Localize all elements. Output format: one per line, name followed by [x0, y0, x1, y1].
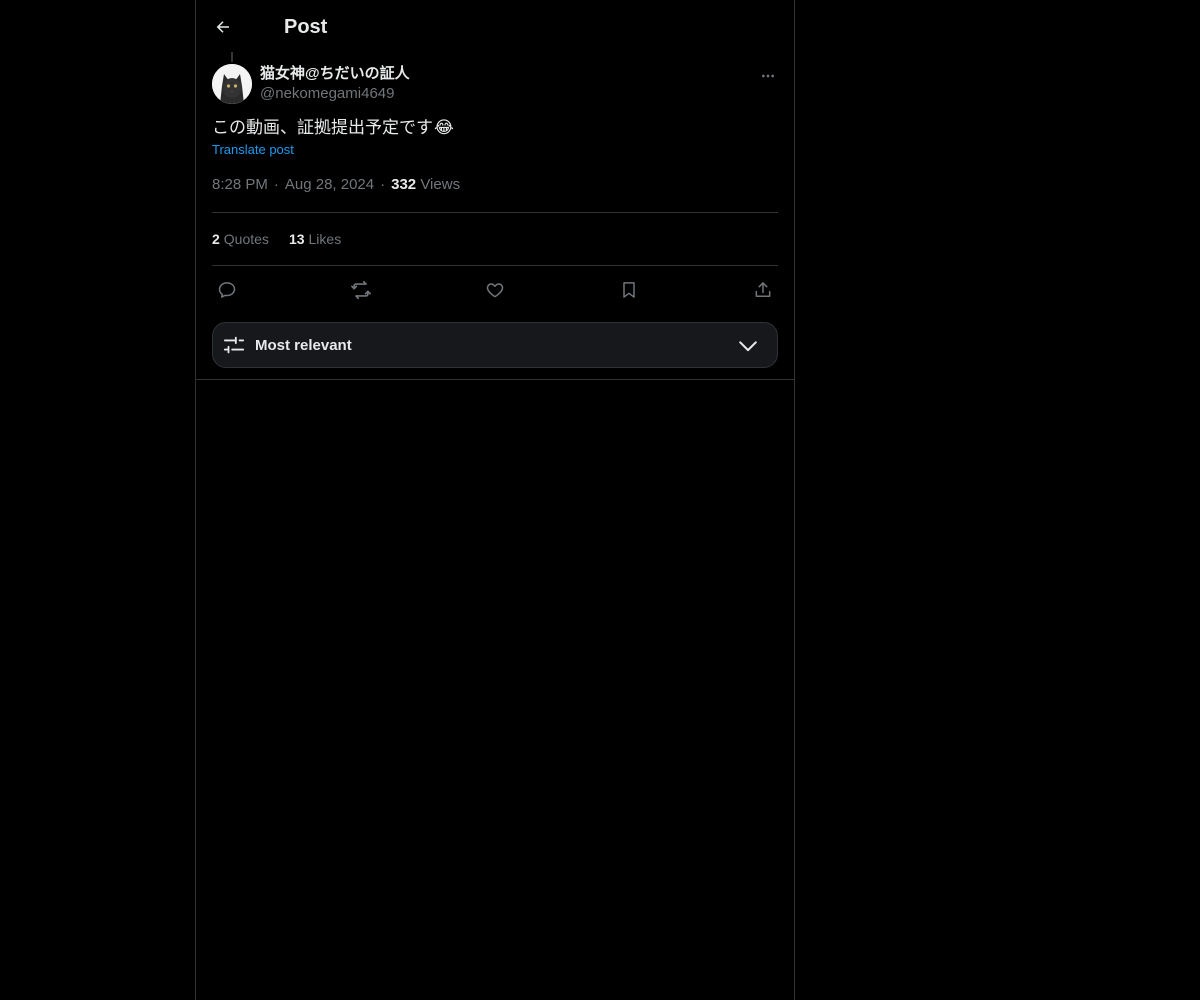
engagement-stats: 2 Quotes 13 Likes [212, 213, 778, 265]
reply-button[interactable] [216, 279, 238, 301]
quotes-count: 2 [212, 231, 220, 247]
post-text: この動画、証拠提出予定です 😂 [212, 116, 778, 140]
separator-dot: · [380, 176, 386, 193]
reply-icon [218, 282, 236, 298]
quotes-stat[interactable]: 2 Quotes [212, 231, 269, 247]
likes-stat[interactable]: 13 Likes [289, 231, 341, 247]
bookmark-icon [623, 282, 635, 298]
page-header: Post [196, 0, 794, 54]
back-arrow-icon [216, 21, 229, 33]
filter-icon [223, 336, 245, 354]
views-count: 332 [391, 176, 417, 193]
share-icon [755, 282, 771, 297]
sort-label: Most relevant [255, 336, 352, 354]
more-options-button[interactable] [758, 66, 778, 86]
back-button[interactable] [212, 16, 234, 38]
cat-avatar-image [212, 64, 252, 104]
views-label: Views [420, 176, 461, 193]
page-title: Post [284, 15, 328, 38]
avatar[interactable] [212, 64, 252, 104]
action-bar [212, 266, 778, 314]
user-handle[interactable]: @nekomegami4649 [260, 84, 410, 104]
like-button[interactable] [484, 279, 506, 301]
repost-button[interactable] [350, 279, 372, 301]
post-column: Post 猫女神@ちだいの証人 @nekomegami4649 この動画、証拠提… [195, 0, 795, 1000]
translate-post-link[interactable]: Translate post [212, 142, 294, 157]
author-row: 猫女神@ちだいの証人 @nekomegami4649 [212, 54, 778, 104]
more-icon [762, 74, 774, 78]
separator-dot: · [273, 176, 279, 193]
post: 猫女神@ちだいの証人 @nekomegami4649 この動画、証拠提出予定です… [196, 52, 794, 368]
bookmark-button[interactable] [618, 279, 640, 301]
post-metadata: 8:28 PM · Aug 28, 2024 · 332 Views [212, 175, 778, 195]
like-icon [486, 283, 504, 298]
post-time[interactable]: 8:28 PM [212, 176, 268, 193]
likes-count: 13 [288, 231, 305, 247]
section-divider [196, 379, 794, 380]
laughing-emoji: 😂 [434, 118, 454, 137]
likes-label: Likes [308, 231, 342, 247]
display-name[interactable]: 猫女神@ちだいの証人 [260, 64, 410, 84]
repost-icon [351, 280, 371, 300]
author-info: 猫女神@ちだいの証人 @nekomegami4649 [260, 64, 410, 104]
post-body: この動画、証拠提出予定です [212, 118, 433, 137]
sort-replies-dropdown[interactable]: Most relevant [212, 322, 778, 368]
post-date[interactable]: Aug 28, 2024 [285, 176, 374, 193]
quotes-label: Quotes [223, 231, 269, 247]
chevron-down-icon [739, 341, 757, 352]
share-button[interactable] [752, 279, 774, 301]
